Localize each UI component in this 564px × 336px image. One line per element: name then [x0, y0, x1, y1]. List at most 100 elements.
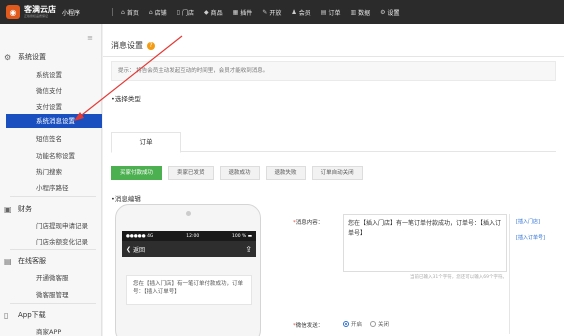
sidebar-group-app[interactable]: ▯ App下载 [4, 310, 46, 320]
nav-item-home[interactable]: ⌂ 首页 [121, 8, 139, 17]
insert-variable-panel: [插入门店] [插入订单号] [509, 214, 553, 334]
radio-on-icon[interactable] [343, 321, 349, 327]
insert-order-number-link[interactable]: [插入订单号] [516, 234, 545, 241]
filter-refund-success-button[interactable]: 退款成功 [219, 166, 260, 180]
sidebar-item-system-settings[interactable]: 系统设置 [36, 69, 62, 79]
sidebar: ≡ ⚙ 系统设置 系统设置 微信支付 支付设置 系统消息设置 短信签名 功能名称… [0, 24, 102, 336]
nav-label: 门店 [181, 9, 194, 17]
filter-payment-success-button[interactable]: 买家付款成功 [111, 166, 163, 180]
nav-item-order[interactable]: ▤ 订单 [321, 8, 341, 17]
phone-speaker [186, 211, 191, 216]
sidebar-item-miniprogram-path[interactable]: 小程序路径 [36, 182, 69, 192]
order-icon: ▤ [320, 8, 327, 16]
goods-icon: ◆ [203, 8, 209, 16]
sidebar-item-withdraw-records[interactable]: 门店提现申请记录 [36, 220, 88, 230]
phone-title-bar: ❮ 返回 ⇪ [122, 241, 256, 257]
message-editor: *消息内容： 您在【插入门店】有一笔订单付款成功，订单号：【插入订单号】 当前已… [291, 212, 553, 336]
brand-logo[interactable]: ◉ 客满云店 正版授权品质保证 小程序 [0, 0, 108, 24]
page-title: 消息设置 ? [111, 40, 155, 51]
content-label: *消息内容： [293, 218, 323, 226]
main-nav: ⌂ 首页 ⌂ 店铺 ▯ 门店 ◆ 商品 ▦ 插件 ✎ 开放 ♟ 会员 ▤ 订单 ▥ 数据 ⚙ 设置 [112, 8, 410, 17]
menu-collapse-icon[interactable]: ≡ [87, 34, 93, 42]
sidebar-group-label: App下载 [18, 311, 46, 319]
phone-battery: 100 % ▬ [232, 233, 252, 239]
plugin-icon: ▦ [232, 8, 239, 16]
section-message-edit: •消息编辑 [111, 195, 141, 203]
content-label-text: 消息内容： [295, 220, 324, 226]
phone-screen: ●●●●● 4G 12:00 100 % ▬ ❮ 返回 ⇪ 您在【插入门店】有一… [122, 231, 256, 336]
sidebar-group-finance[interactable]: ▣ 财务 [4, 204, 32, 214]
nav-label: 商品 [210, 9, 223, 17]
phone-back-label: 返回 [132, 246, 145, 254]
nav-item-marketing[interactable]: ✎ 开放 [262, 8, 281, 17]
share-icon: ⇪ [245, 244, 252, 254]
brand-name: 客满云店 [24, 5, 56, 14]
phone-time: 12:00 [186, 233, 200, 239]
sidebar-item-merchant-app[interactable]: 商家APP [36, 326, 61, 336]
message-type-filters: 买家付款成功 卖家已发货 退款成功 退款失败 订单自动关闭 [111, 166, 369, 180]
filter-refund-failed-button[interactable]: 退款失败 [265, 166, 306, 180]
phone-message-preview: 您在【插入门店】有一笔订单付款成功，订单号：【插入订单号】 [126, 275, 252, 305]
wechat-send-off-option[interactable]: 关闭 [370, 320, 389, 328]
sidebar-divider [10, 249, 96, 250]
marketing-icon: ✎ [262, 8, 268, 16]
tip-box: 提示： 将告会员主动发起互动的时间里，会员才能收到消息。 [111, 61, 556, 81]
sidebar-item-hot-search[interactable]: 热门搜索 [36, 166, 62, 176]
sidebar-group-service[interactable]: ▤ 在线客服 [4, 256, 46, 266]
sidebar-group-label: 系统设置 [18, 53, 46, 61]
nav-label: 店铺 [154, 9, 167, 17]
sidebar-item-function-names[interactable]: 功能名称设置 [36, 150, 75, 160]
shop-icon: ▯ [176, 8, 180, 16]
download-icon: ▯ [4, 310, 9, 320]
top-navbar: ◉ 客满云店 正版授权品质保证 小程序 ⌂ 首页 ⌂ 店铺 ▯ 门店 ◆ 商品 ▦ 插件 … [0, 0, 564, 24]
wechat-send-radios: 开启 关闭 [343, 320, 397, 328]
member-icon: ♟ [291, 8, 297, 16]
nav-label: 首页 [126, 9, 139, 17]
home-icon: ⌂ [121, 8, 125, 16]
wechat-send-label: *微信发送： [293, 321, 323, 329]
sidebar-group-label: 财务 [18, 205, 32, 213]
sidebar-item-wechat-pay[interactable]: 微信支付 [36, 85, 62, 95]
title-divider [103, 56, 564, 57]
filter-auto-close-button[interactable]: 订单自动关闭 [311, 166, 363, 180]
char-count-hint: 当前已输入31个字符，您还可以输入69个字符。 [410, 275, 507, 280]
radio-label: 关闭 [378, 322, 390, 328]
nav-item-goods[interactable]: ◆ 商品 [204, 8, 223, 17]
tab-order[interactable]: 订单 [111, 132, 181, 153]
nav-item-settings[interactable]: ⚙ 设置 [380, 8, 399, 17]
page-title-text: 消息设置 [111, 41, 143, 50]
filter-shipped-button[interactable]: 卖家已发货 [168, 166, 214, 180]
sidebar-item-payment-settings[interactable]: 支付设置 [36, 101, 62, 111]
nav-item-data[interactable]: ▥ 数据 [350, 8, 370, 17]
nav-label: 会员 [298, 9, 311, 17]
sidebar-divider [10, 303, 96, 304]
wechat-send-on-option[interactable]: 开启 [343, 320, 362, 328]
finance-icon: ▣ [4, 204, 12, 214]
help-icon[interactable]: ? [147, 41, 155, 50]
nav-item-plugin[interactable]: ▦ 插件 [233, 8, 253, 17]
phone-carrier: ●●●●● 4G [126, 233, 154, 239]
wechat-send-label-text: 微信发送： [295, 323, 324, 329]
message-content-textarea[interactable]: 您在【插入门店】有一笔订单付款成功，订单号：【插入订单号】 [343, 214, 507, 272]
nav-item-store[interactable]: ⌂ 店铺 [149, 8, 167, 17]
radio-off-icon[interactable] [370, 321, 377, 327]
sidebar-item-service-manage[interactable]: 微客服管理 [36, 289, 69, 299]
nav-label: 设置 [387, 9, 400, 17]
data-icon: ▥ [350, 8, 357, 16]
sidebar-item-system-message[interactable]: 系统消息设置 [6, 114, 102, 128]
sidebar-item-open-service[interactable]: 开通微客服 [36, 272, 69, 282]
gear-icon: ⚙ [4, 52, 12, 62]
nav-item-member[interactable]: ♟ 会员 [291, 8, 310, 17]
sidebar-group-system[interactable]: ⚙ 系统设置 [4, 52, 46, 62]
insert-store-link[interactable]: [插入门店] [516, 218, 540, 225]
nav-item-shop[interactable]: ▯ 门店 [177, 8, 194, 17]
sidebar-item-balance-records[interactable]: 门店余额变化记录 [36, 236, 88, 246]
brand-tagline: 正版授权品质保证 [24, 14, 49, 18]
sidebar-group-label: 在线客服 [18, 257, 46, 265]
nav-label: 数据 [358, 9, 371, 17]
phone-preview: ●●●●● 4G 12:00 100 % ▬ ❮ 返回 ⇪ 您在【插入门店】有一… [115, 204, 261, 336]
sidebar-item-sms-signature[interactable]: 短信签名 [36, 133, 62, 143]
main-content: 消息设置 ? 提示： 将告会员主动发起互动的时间里，会员才能收到消息。 •选择类… [103, 24, 564, 336]
nav-label: 开放 [269, 9, 282, 17]
brand-icon: ◉ [6, 5, 20, 19]
